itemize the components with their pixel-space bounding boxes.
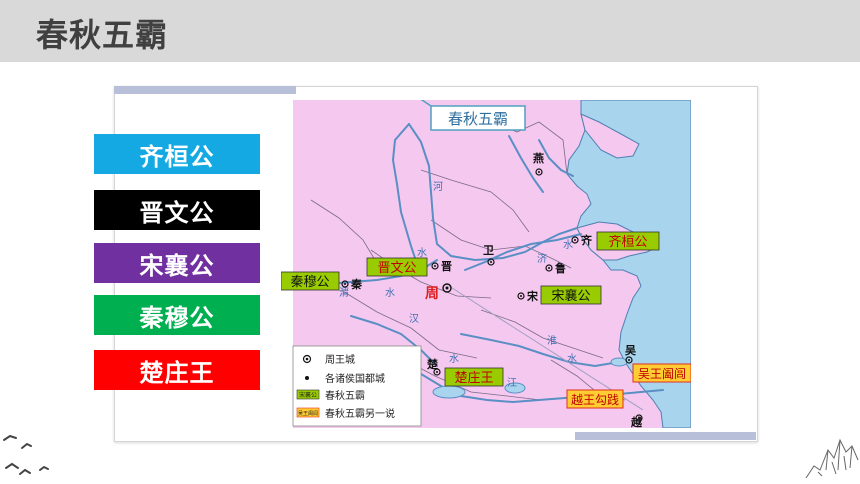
hegemon-button-qi-huangong[interactable]: 齐桓公 (94, 134, 260, 174)
hegemon-button-song-xianggong[interactable]: 宋襄公 (94, 243, 260, 283)
river-label-huai: 淮 (547, 335, 557, 347)
map-hegemon-label-chu: 楚庄王 (444, 367, 504, 387)
svg-text:吴王阖闾: 吴王阖闾 (638, 366, 686, 381)
svg-text:齐桓公: 齐桓公 (608, 234, 647, 250)
header-bar: 春秋五霸 (0, 0, 860, 62)
svg-text:春秋五霸: 春秋五霸 (448, 110, 508, 128)
city-label-zhou: 周 (425, 286, 439, 302)
map-hegemon-label-qi: 齐桓公 (596, 231, 660, 251)
svg-text:吴王阖闾: 吴王阖闾 (298, 410, 318, 417)
card-accent-bar-top (114, 86, 296, 94)
city-label-qi: 齐 (581, 233, 593, 247)
river-label-shui5: 水 (567, 353, 577, 365)
svg-text:宋襄公: 宋襄公 (551, 288, 590, 304)
legend-label-alt-hegemon: 春秋五霸另一说 (325, 407, 395, 420)
map-hegemon-label-yue: 越王勾践 (566, 389, 624, 409)
city-label-chu: 楚 (427, 357, 439, 371)
card-accent-bar-bottom (575, 432, 756, 440)
birds-decoration-icon (3, 434, 49, 475)
river-label-shui4: 水 (449, 353, 459, 365)
river-label-ji: 济 (537, 252, 547, 265)
river-label-shui1: 水 (417, 247, 427, 259)
river-label-han: 汉 (409, 313, 419, 325)
map-hegemon-label-wu: 吴王阖闾 (632, 363, 691, 383)
map-hegemon-label-jin: 晋文公 (366, 257, 428, 277)
city-label-yue: 越 (630, 415, 643, 428)
river-label-shui3: 水 (385, 287, 395, 299)
svg-text:宋襄公: 宋襄公 (299, 391, 317, 399)
river-label-wei: 渭 (339, 287, 349, 299)
map-legend: 周王城 各诸侯国都城 宋襄公 春秋五霸 吴王阖闾 春秋五霸另一说 (292, 345, 422, 427)
svg-text:楚庄王: 楚庄王 (454, 370, 493, 386)
svg-text:越王勾践: 越王勾践 (571, 393, 619, 407)
city-label-jin: 晋 (441, 260, 452, 273)
svg-text:晋文公: 晋文公 (377, 261, 416, 276)
city-label-yan: 燕 (533, 151, 544, 165)
legend-label-capital: 周王城 (325, 354, 355, 366)
hegemon-button-jin-wengong[interactable]: 晋文公 (94, 190, 260, 230)
city-label-qin: 秦 (350, 277, 363, 291)
river-label-he: 河 (433, 181, 443, 193)
city-label-lu: 鲁 (555, 261, 566, 275)
hegemon-button-chu-zhuangwang[interactable]: 楚庄王 (94, 350, 260, 390)
map-hegemon-label-song: 宋襄公 (540, 285, 602, 305)
page-title: 春秋五霸 (36, 16, 169, 54)
legend-label-hegemon: 春秋五霸 (325, 389, 365, 402)
city-label-song: 宋 (526, 289, 539, 303)
river-label-jiang: 江 (507, 377, 517, 389)
legend-label-city: 各诸侯国都城 (325, 372, 385, 385)
hegemon-button-qin-mugong[interactable]: 秦穆公 (94, 295, 260, 335)
mountain-decoration-icon (805, 438, 859, 479)
spring-autumn-map: 春秋五霸 河 水 济 水 渭 水 汉 水 淮 水 江 燕 齐 鲁 宋 卫 晋 秦… (281, 100, 691, 428)
svg-text:秦穆公: 秦穆公 (290, 275, 329, 290)
city-label-wu: 吴 (625, 344, 637, 357)
map-hegemon-label-qin: 秦穆公 (281, 271, 340, 291)
city-icon (305, 376, 309, 380)
city-label-wei: 卫 (483, 244, 494, 257)
